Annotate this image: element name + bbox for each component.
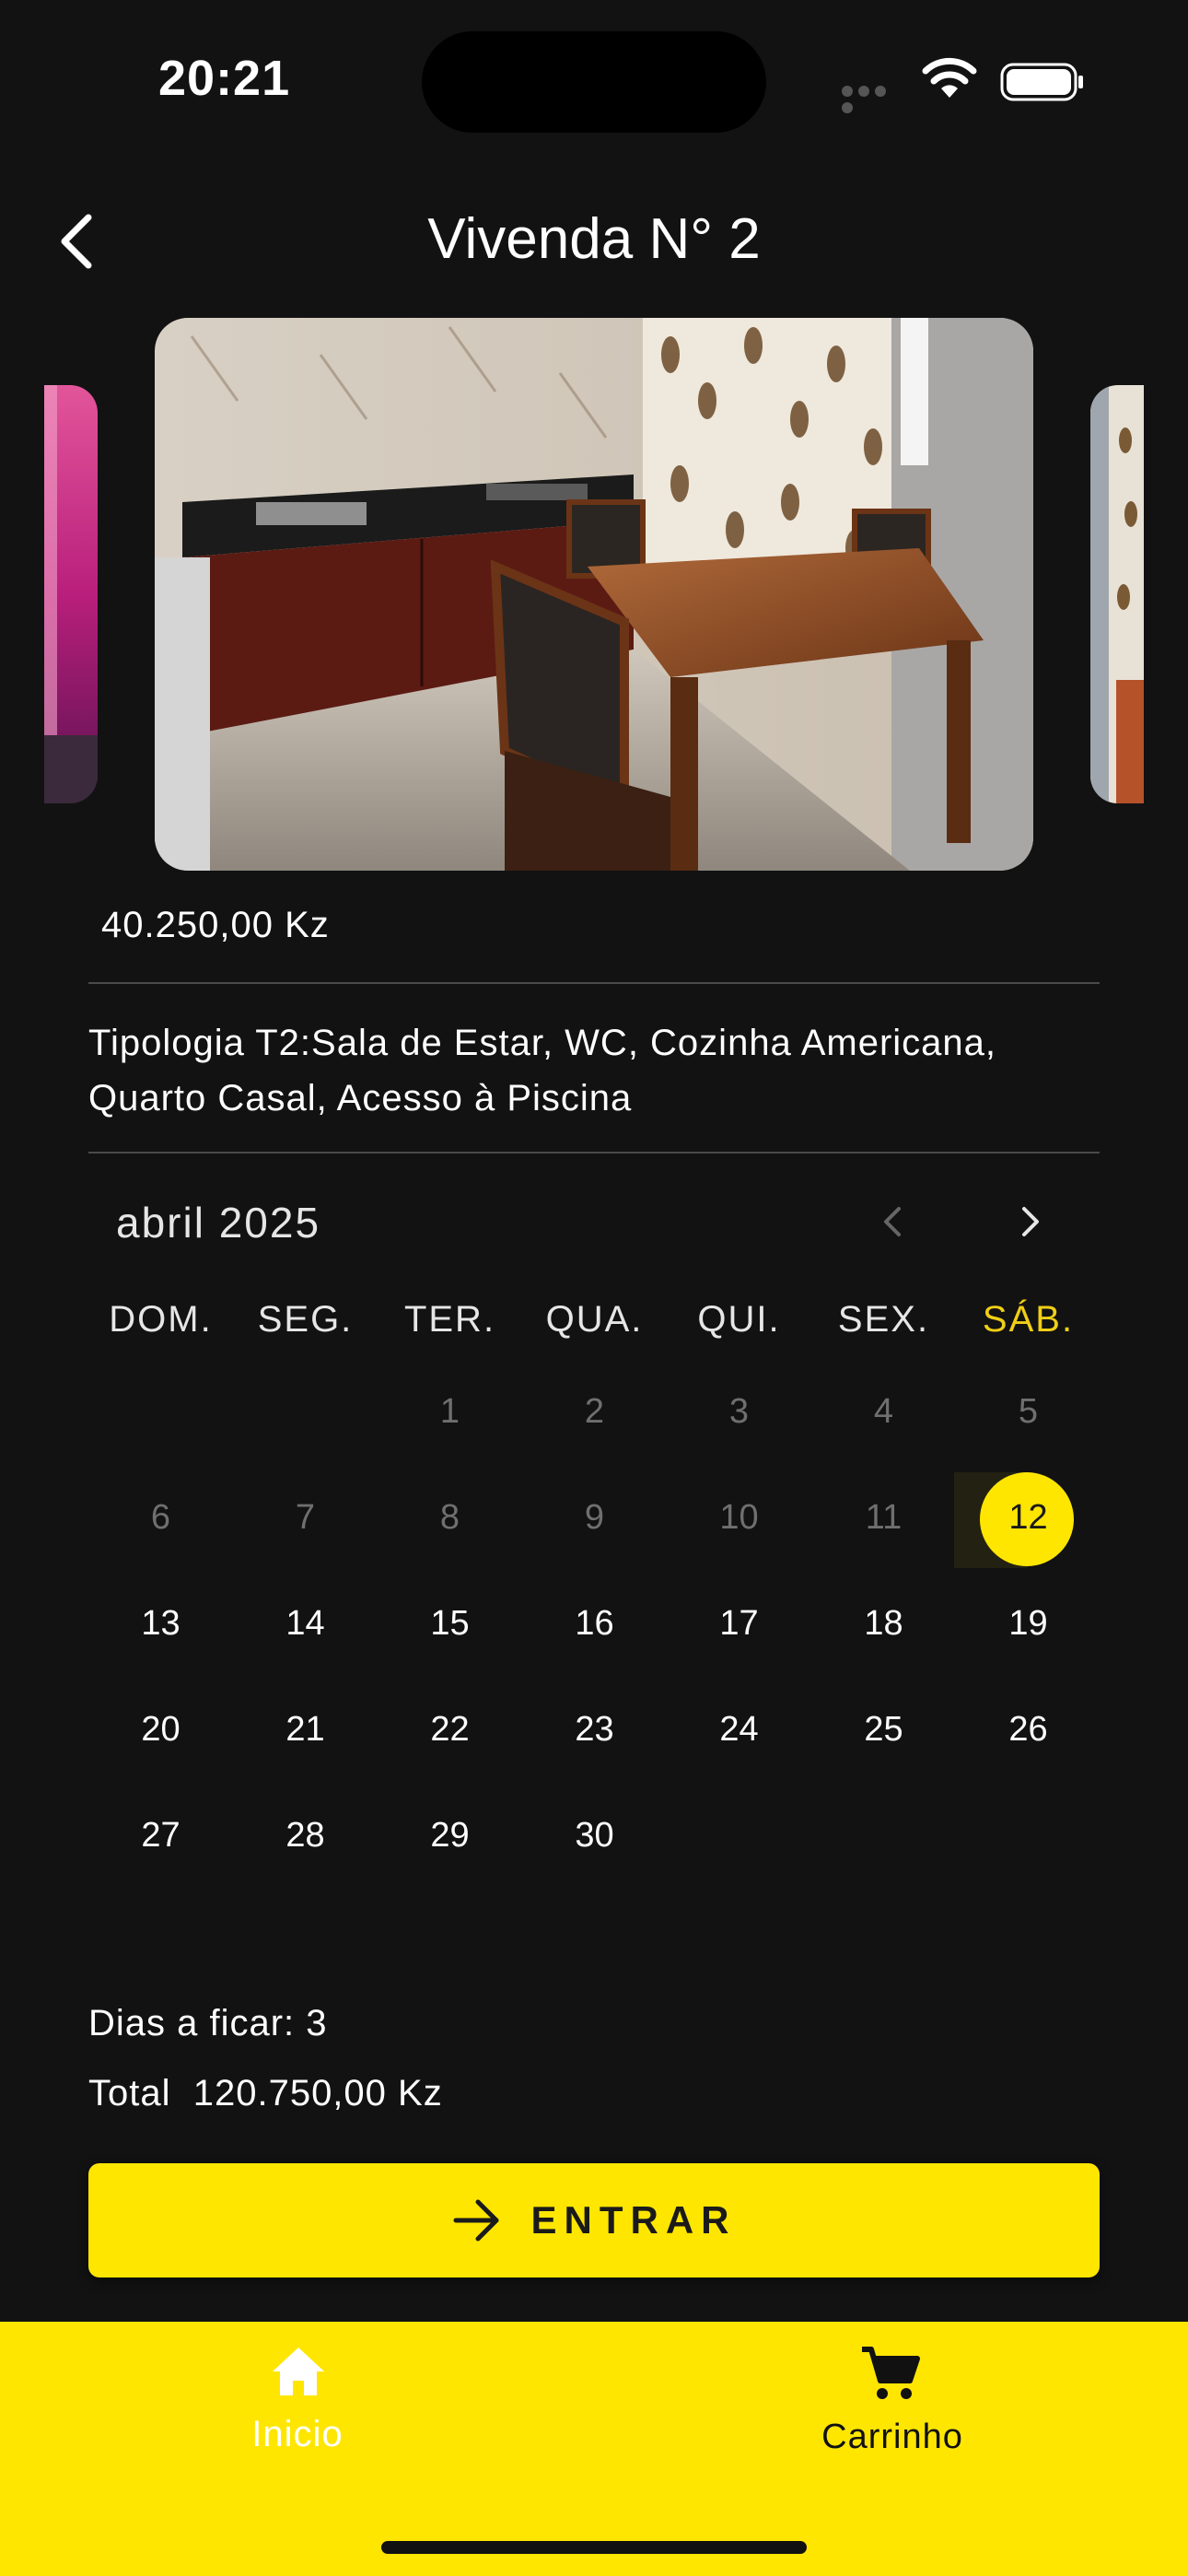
- calendar-day[interactable]: 14: [233, 1575, 378, 1671]
- divider: [88, 982, 1100, 984]
- calendar-day: 10: [719, 1498, 759, 1537]
- cellular-signal-icon: [842, 85, 906, 113]
- calendar-day[interactable]: 22: [378, 1681, 522, 1777]
- calendar-day[interactable]: 28: [233, 1787, 378, 1883]
- price-per-night: 40.250,00 Kz: [101, 905, 330, 945]
- calendar-weekday-label: TER.: [403, 1299, 496, 1340]
- calendar-day[interactable]: 15: [378, 1575, 522, 1671]
- calendar-day: 3: [728, 1392, 750, 1431]
- calendar-day[interactable]: 23: [522, 1681, 667, 1777]
- bottom-navigation-bar: [0, 2322, 1188, 2576]
- calendar-day[interactable]: 16: [522, 1575, 667, 1671]
- calendar-day[interactable]: 17: [667, 1575, 811, 1671]
- wifi-icon: [922, 57, 977, 98]
- nav-tab-home[interactable]: Inicio: [184, 2340, 411, 2469]
- calendar-day[interactable]: 19: [956, 1575, 1101, 1671]
- calendar-day[interactable]: 27: [88, 1787, 233, 1883]
- carousel-image-kitchen[interactable]: [155, 318, 1033, 871]
- home-icon: [273, 2348, 324, 2395]
- calendar-day[interactable]: 30: [522, 1787, 667, 1883]
- enter-button[interactable]: ENTRAR: [88, 2163, 1100, 2277]
- calendar-weekday-label: QUA.: [545, 1299, 644, 1340]
- calendar-day[interactable]: 21: [233, 1681, 378, 1777]
- calendar-weekday-label: SEX.: [837, 1299, 930, 1340]
- status-time: 20:21: [158, 51, 291, 106]
- calendar-day: 8: [439, 1498, 460, 1537]
- calendar-day: 6: [150, 1498, 171, 1537]
- calendar-day: 1: [439, 1392, 460, 1431]
- calendar-day: 11: [865, 1498, 903, 1537]
- calendar-day[interactable]: 18: [811, 1575, 956, 1671]
- calendar-day[interactable]: 29: [378, 1787, 522, 1883]
- calendar-day[interactable]: 13: [88, 1575, 233, 1671]
- calendar-day: 9: [584, 1498, 605, 1537]
- days-to-stay: Dias a ficar: 3: [88, 2003, 328, 2043]
- calendar-day: 4: [873, 1392, 894, 1431]
- calendar-weekday-label: QUI.: [697, 1299, 781, 1340]
- nav-tab-cart[interactable]: Carrinho: [779, 2340, 1006, 2469]
- nav-tab-home-label: Inicio: [251, 2414, 344, 2454]
- calendar-day: 7: [295, 1498, 316, 1537]
- next-month-button[interactable]: [1007, 1198, 1052, 1246]
- carousel-image-previous[interactable]: [44, 385, 98, 803]
- shopping-cart-icon: [862, 2347, 920, 2399]
- previous-month-button[interactable]: [871, 1198, 915, 1246]
- page-title: Vivenda N° 2: [427, 207, 761, 271]
- calendar-day: 5: [1018, 1392, 1039, 1431]
- calendar-month-label: abril 2025: [116, 1199, 321, 1247]
- calendar-day: 2: [584, 1392, 605, 1431]
- nav-tab-cart-label: Carrinho: [821, 2418, 963, 2456]
- calendar-weekday-label: DOM.: [109, 1299, 213, 1340]
- total-price: Total 120.750,00 Kz: [88, 2073, 443, 2113]
- enter-button-label: ENTRAR: [530, 2198, 737, 2242]
- battery-icon: [1000, 63, 1083, 101]
- calendar-day-selected[interactable]: 12: [956, 1469, 1101, 1565]
- calendar-weekday-label: SÁB.: [982, 1299, 1075, 1340]
- arrow-right-icon: [453, 2199, 498, 2242]
- divider: [88, 1152, 1100, 1153]
- calendar-day[interactable]: 26: [956, 1681, 1101, 1777]
- calendar-day[interactable]: 24: [667, 1681, 811, 1777]
- home-indicator: [381, 2541, 807, 2554]
- calendar-day[interactable]: 25: [811, 1681, 956, 1777]
- dynamic-island: [422, 31, 766, 133]
- calendar-weekday-label: SEG.: [257, 1299, 354, 1340]
- carousel-image-next[interactable]: [1090, 385, 1144, 803]
- listing-description: Tipologia T2:Sala de Estar, WC, Cozinha …: [88, 1023, 997, 1118]
- calendar-day[interactable]: 20: [88, 1681, 233, 1777]
